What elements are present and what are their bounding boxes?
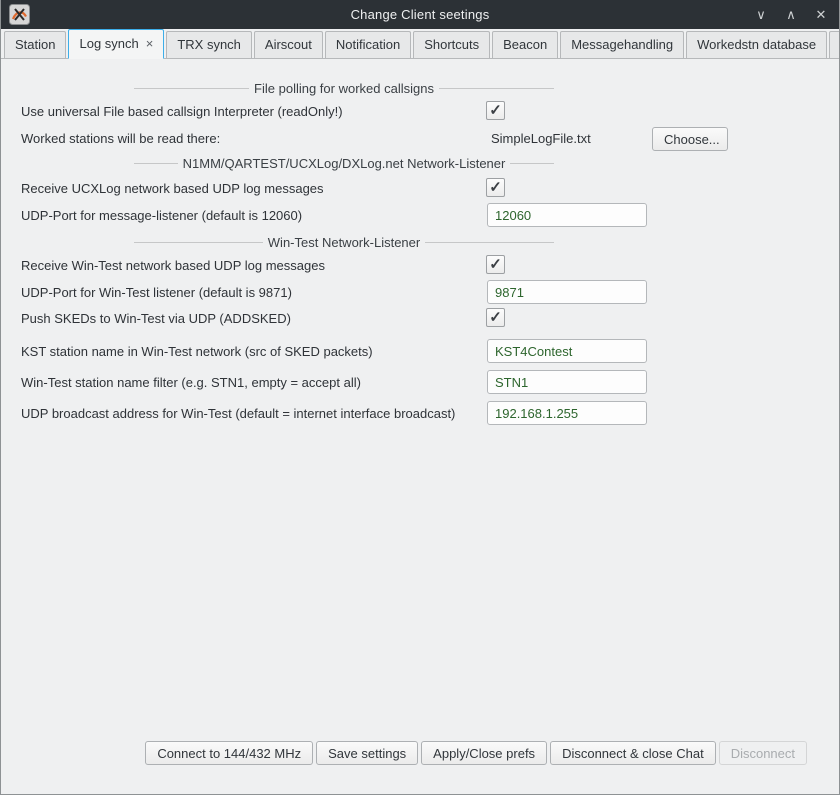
minimize-icon[interactable]: ∨ xyxy=(753,0,769,29)
connect-144-432-button[interactable]: Connect to 144/432 MHz xyxy=(145,741,313,765)
tab-workedstn-database[interactable]: Workedstn database xyxy=(686,31,827,58)
disconnect-button: Disconnect xyxy=(719,741,807,765)
check-icon: ✓ xyxy=(489,179,502,196)
window-controls: ∨ ∧ ✕ xyxy=(753,0,829,29)
section-wintest-listener-header: Win-Test Network-Listener xyxy=(134,235,554,250)
section-title: Win-Test Network-Listener xyxy=(268,235,420,250)
udp-port-wintest-input[interactable] xyxy=(487,280,647,304)
tab-station[interactable]: Station xyxy=(4,31,66,58)
check-icon: ✓ xyxy=(489,102,502,119)
file-interpreter-checkbox[interactable]: ✓ xyxy=(486,101,505,120)
check-icon: ✓ xyxy=(489,309,502,326)
tab-messagehandling[interactable]: Messagehandling xyxy=(560,31,684,58)
kst-station-name-input[interactable] xyxy=(487,339,647,363)
file-interpreter-label: Use universal File based callsign Interp… xyxy=(21,104,343,119)
section-title: N1MM/QARTEST/UCXLog/DXLog.net Network-Li… xyxy=(183,156,506,171)
udp-port-message-label: UDP-Port for message-listener (default i… xyxy=(21,208,302,223)
choose-file-button[interactable]: Choose... xyxy=(652,127,728,151)
save-settings-button[interactable]: Save settings xyxy=(316,741,418,765)
tab-bar: Station Log synch× TRX synch Airscout No… xyxy=(1,29,839,59)
close-icon[interactable]: ✕ xyxy=(813,0,829,29)
push-skeds-checkbox[interactable]: ✓ xyxy=(486,308,505,327)
tab-airscout[interactable]: Airscout xyxy=(254,31,323,58)
receive-wintest-checkbox[interactable]: ✓ xyxy=(486,255,505,274)
section-n1mm-listener-header: N1MM/QARTEST/UCXLog/DXLog.net Network-Li… xyxy=(134,156,554,171)
push-skeds-label: Push SKEDs to Win-Test via UDP (ADDSKED) xyxy=(21,311,291,326)
tab-shortcuts[interactable]: Shortcuts xyxy=(413,31,490,58)
section-file-polling-header: File polling for worked callsigns xyxy=(134,81,554,96)
window-title: Change Client seetings xyxy=(1,7,839,22)
apply-close-prefs-button[interactable]: Apply/Close prefs xyxy=(421,741,547,765)
tab-notification[interactable]: Notification xyxy=(325,31,411,58)
footer-button-row: Connect to 144/432 MHz Save settings App… xyxy=(1,741,839,765)
udp-port-wintest-label: UDP-Port for Win-Test listener (default … xyxy=(21,285,292,300)
worked-stations-file-value: SimpleLogFile.txt xyxy=(491,131,591,146)
tab-gui[interactable]: GUI xyxy=(829,31,840,58)
worked-stations-label: Worked stations will be read there: xyxy=(21,131,220,146)
disconnect-close-chat-button[interactable]: Disconnect & close Chat xyxy=(550,741,716,765)
maximize-icon[interactable]: ∧ xyxy=(783,0,799,29)
receive-ucxlog-checkbox[interactable]: ✓ xyxy=(486,178,505,197)
receive-ucxlog-label: Receive UCXLog network based UDP log mes… xyxy=(21,181,324,196)
receive-wintest-label: Receive Win-Test network based UDP log m… xyxy=(21,258,325,273)
settings-dialog: Change Client seetings ∨ ∧ ✕ Station Log… xyxy=(0,0,840,795)
kst-station-name-label: KST station name in Win-Test network (sr… xyxy=(21,344,373,359)
station-name-filter-input[interactable] xyxy=(487,370,647,394)
udp-port-message-input[interactable] xyxy=(487,203,647,227)
log-synch-panel: File polling for worked callsigns Use un… xyxy=(1,59,839,741)
section-title: File polling for worked callsigns xyxy=(254,81,434,96)
tab-beacon[interactable]: Beacon xyxy=(492,31,558,58)
tab-close-icon[interactable]: × xyxy=(146,36,154,51)
check-icon: ✓ xyxy=(489,256,502,273)
udp-broadcast-label: UDP broadcast address for Win-Test (defa… xyxy=(21,406,455,421)
tab-trx-synch[interactable]: TRX synch xyxy=(166,31,252,58)
station-name-filter-label: Win-Test station name filter (e.g. STN1,… xyxy=(21,375,361,390)
tab-log-synch[interactable]: Log synch× xyxy=(68,29,164,59)
titlebar: Change Client seetings ∨ ∧ ✕ xyxy=(1,0,839,29)
udp-broadcast-input[interactable] xyxy=(487,401,647,425)
